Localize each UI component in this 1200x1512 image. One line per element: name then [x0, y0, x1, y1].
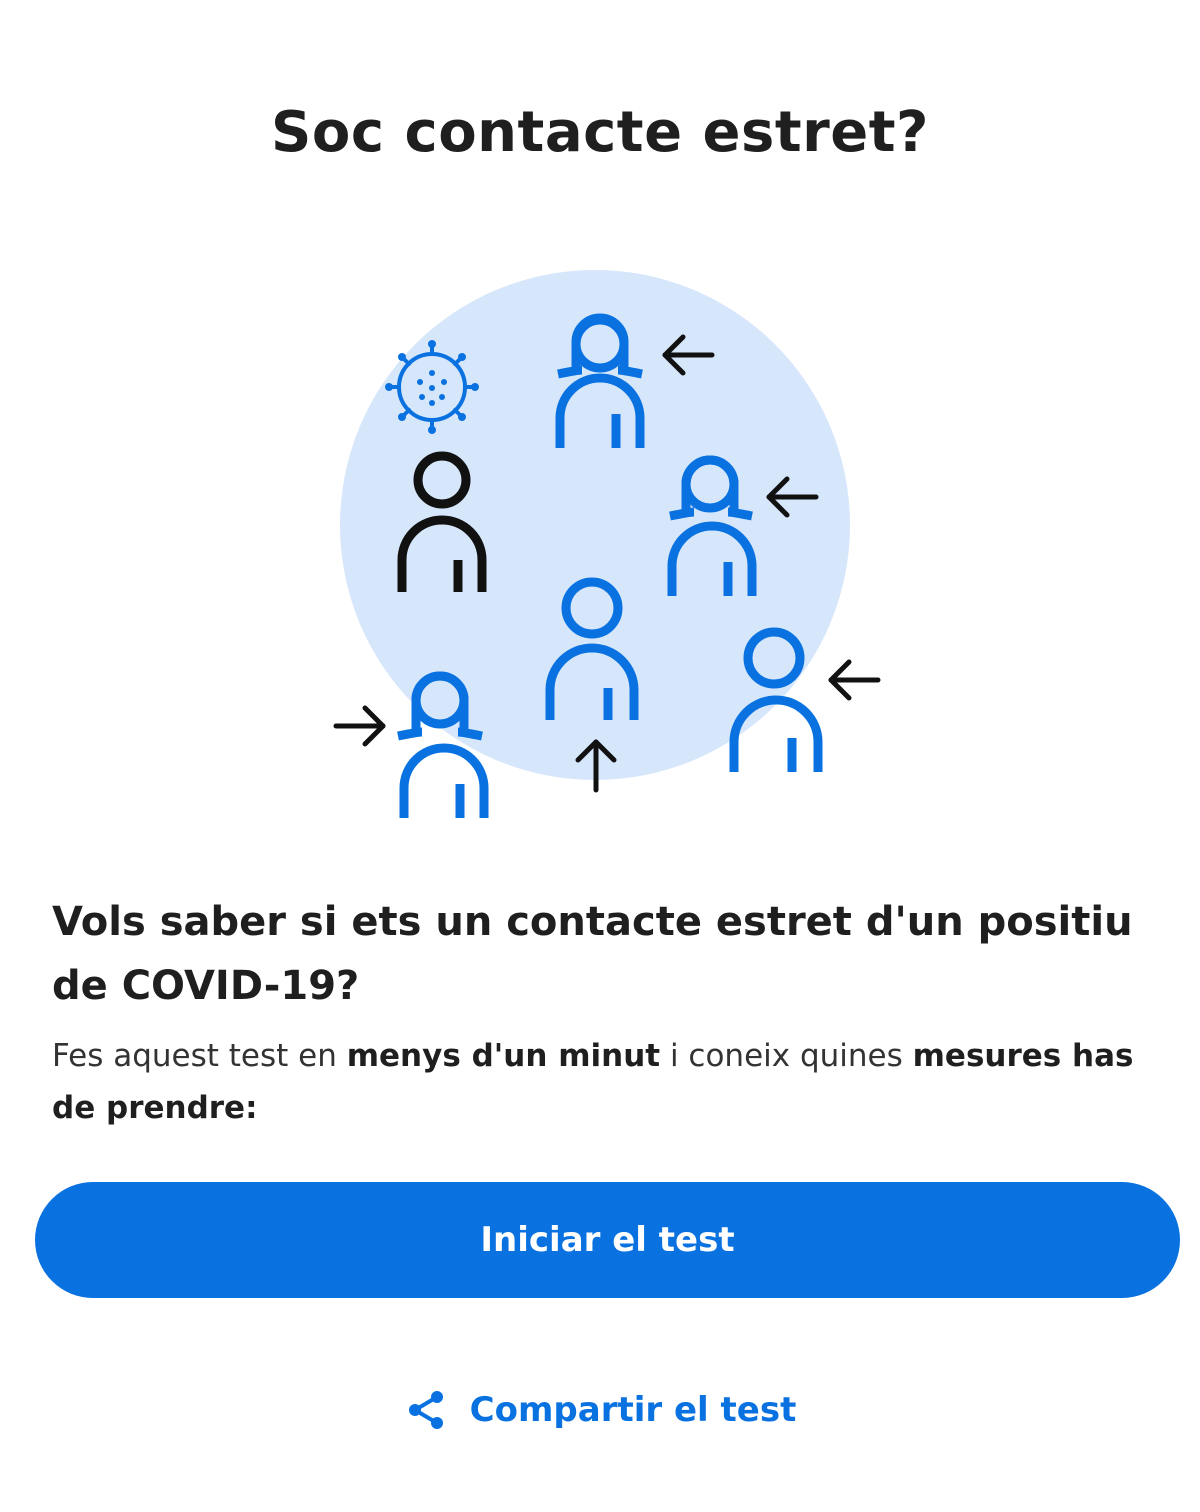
arrow-left-icon: [828, 659, 881, 701]
share-icon: [408, 1391, 443, 1429]
share-label: Compartir el test: [469, 1390, 797, 1430]
description-text: i coneix quines: [660, 1038, 913, 1074]
description-text: Fes aquest test en: [52, 1038, 347, 1074]
intro-question: Vols saber si ets un contacte estret d'u…: [52, 899, 1133, 1009]
arrow-right-icon: [333, 705, 386, 747]
description-highlight: menys d'un minut: [346, 1038, 661, 1074]
intro-description: Fes aquest test en menys d'un minut i co…: [52, 1030, 1152, 1134]
start-test-button[interactable]: Iniciar el test: [35, 1182, 1180, 1298]
share-test-link[interactable]: Compartir el test: [0, 1380, 1200, 1440]
page-title: Soc contacte estret?: [271, 100, 929, 165]
close-contacts-illustration: [320, 270, 900, 830]
